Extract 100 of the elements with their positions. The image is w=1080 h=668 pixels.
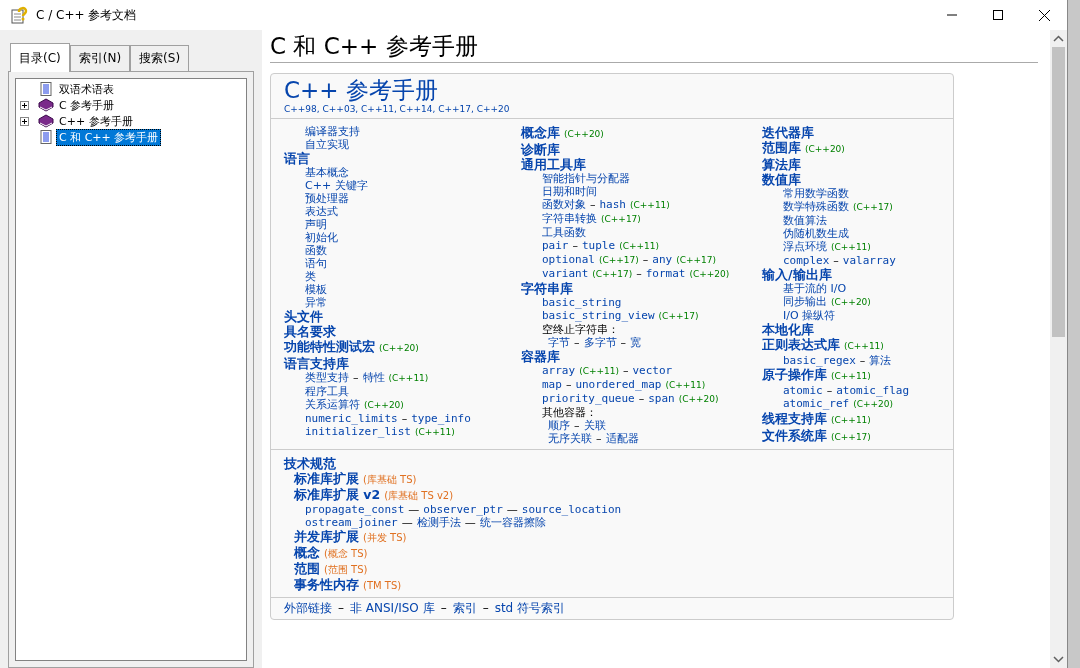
doc-link[interactable]: 技术规范 [284,456,336,471]
tab[interactable]: 目录(C) [10,43,70,72]
doc-link[interactable]: 标准库扩展 v2 [294,487,381,502]
code-link[interactable]: atomic [783,384,823,397]
doc-link[interactable]: 范围库 [762,140,801,155]
doc-link[interactable]: 宽 [630,336,641,349]
code-link[interactable]: array [542,364,576,377]
code-link[interactable]: basic_string_view [542,309,655,322]
doc-link[interactable]: 通用工具库 [521,157,586,172]
doc-link[interactable]: 无序关联 [548,432,592,445]
code-link[interactable]: variant [542,267,589,280]
code-link[interactable]: numeric_limits [305,412,398,425]
doc-link[interactable]: 算法 [869,354,892,367]
doc-link[interactable]: 顺序 [548,419,570,432]
code-link[interactable]: tuple [582,239,616,252]
doc-link[interactable]: 原子操作库 [762,367,827,382]
doc-link[interactable]: 线程支持库 [762,411,827,426]
code-link[interactable]: any [652,253,673,266]
doc-link[interactable]: 功能特性测试宏 [284,339,375,354]
doc-link[interactable]: 字节 [548,336,570,349]
doc-link[interactable]: 正则表达式库 [762,337,840,352]
code-link[interactable]: map [542,378,562,391]
doc-link[interactable]: 算法库 [762,157,801,172]
doc-link[interactable]: 语句 [305,257,327,270]
code-link[interactable]: source_location [521,503,622,516]
doc-link[interactable]: 工具函数 [542,226,586,239]
expand-icon[interactable] [20,116,29,126]
doc-link[interactable]: 类 [305,270,316,283]
doc-link[interactable]: 文件系统库 [762,428,827,443]
code-link[interactable]: complex [783,254,830,267]
footer-link[interactable]: 索引 [452,602,477,615]
doc-link[interactable]: 事务性内存 [294,577,359,592]
code-link[interactable]: format [645,267,686,280]
code-link[interactable]: ostream_joiner [305,516,398,529]
code-link[interactable]: unordered_map [575,378,662,391]
doc-link[interactable]: 语言 [284,151,310,166]
doc-link[interactable]: 伪随机数生成 [783,227,849,240]
doc-link[interactable]: 适配器 [605,432,639,445]
scrollbar[interactable] [1050,30,1067,668]
tab[interactable]: 索引(N) [69,45,131,71]
code-link[interactable]: atomic_ref [783,397,850,410]
doc-link[interactable]: 基于流的 I/O [783,282,847,295]
doc-link[interactable]: 智能指针与分配器 [542,172,630,185]
doc-link[interactable]: 特性 [362,371,385,384]
doc-link[interactable]: 诊断库 [521,142,560,157]
footer-link[interactable]: std 符号索引 [494,602,565,615]
code-link[interactable]: pair [542,239,569,252]
doc-link[interactable]: 统一容器擦除 [479,516,546,529]
code-link[interactable]: initializer_list [305,425,411,438]
doc-link[interactable]: 检测手法 [416,516,461,529]
doc-link[interactable]: 声明 [305,218,327,231]
doc-link[interactable]: I/O 操纵符 [783,309,836,322]
doc-link[interactable]: 关系运算符 [305,398,360,411]
doc-link[interactable]: C++ 关键字 [305,179,368,192]
doc-link[interactable]: 函数 [305,244,327,257]
doc-link[interactable]: 自立实现 [305,138,349,151]
code-link[interactable]: observer_ptr [423,503,503,516]
doc-link[interactable]: 类型支持 [305,371,349,384]
doc-link[interactable]: 日期和时间 [542,185,597,198]
code-link[interactable]: atomic_flag [836,384,910,397]
doc-link[interactable]: 函数对象 [542,198,586,211]
doc-link[interactable]: 程序工具 [305,385,349,398]
doc-link[interactable]: 本地化库 [762,322,814,337]
tree-item[interactable]: 双语术语表 [56,80,117,98]
doc-link[interactable]: 语言支持库 [284,356,349,371]
doc-link[interactable]: 范围 [294,561,320,576]
doc-link[interactable]: 头文件 [284,309,323,324]
doc-link[interactable]: 基本概念 [305,166,349,179]
doc-link[interactable]: 数值算法 [783,214,827,227]
doc-link[interactable]: 概念 [294,545,320,560]
doc-link[interactable]: 标准库扩展 [294,471,359,486]
code-link[interactable]: basic_string [542,296,622,309]
doc-link[interactable]: 表达式 [305,205,338,218]
code-link[interactable]: propagate_const [305,503,405,516]
doc-link[interactable]: 常用数学函数 [783,187,849,200]
code-link[interactable]: valarray [842,254,896,267]
doc-link[interactable]: 关联 [583,419,606,432]
doc-link[interactable]: 模板 [305,283,327,296]
doc-link[interactable]: 并发库扩展 [294,529,359,544]
tree-item[interactable]: C 参考手册 [56,96,118,114]
doc-link[interactable]: 异常 [305,296,327,309]
code-link[interactable]: optional [542,253,595,266]
doc-link[interactable]: 数值库 [762,172,801,187]
code-link[interactable]: type_info [411,412,471,425]
doc-link[interactable]: 编译器支持 [305,125,360,138]
footer-link[interactable]: 外部链接 [284,602,332,615]
code-link[interactable]: span [648,392,675,405]
code-link[interactable]: vector [632,364,673,377]
code-link[interactable]: basic_regex [783,354,856,367]
tab[interactable]: 搜索(S) [130,45,190,71]
code-link[interactable]: hash [599,198,626,211]
doc-link[interactable]: 同步输出 [783,295,827,308]
tree-item[interactable]: C++ 参考手册 [56,112,136,130]
doc-link[interactable]: 迭代器库 [762,125,814,140]
doc-link[interactable]: 字符串库 [521,281,573,296]
tree-item[interactable]: C 和 C++ 参考手册 [56,128,162,146]
doc-link[interactable]: 概念库 [521,125,560,140]
doc-link[interactable]: 预处理器 [305,192,349,205]
doc-link[interactable]: 浮点环境 [783,240,827,253]
expand-icon[interactable] [20,100,29,110]
